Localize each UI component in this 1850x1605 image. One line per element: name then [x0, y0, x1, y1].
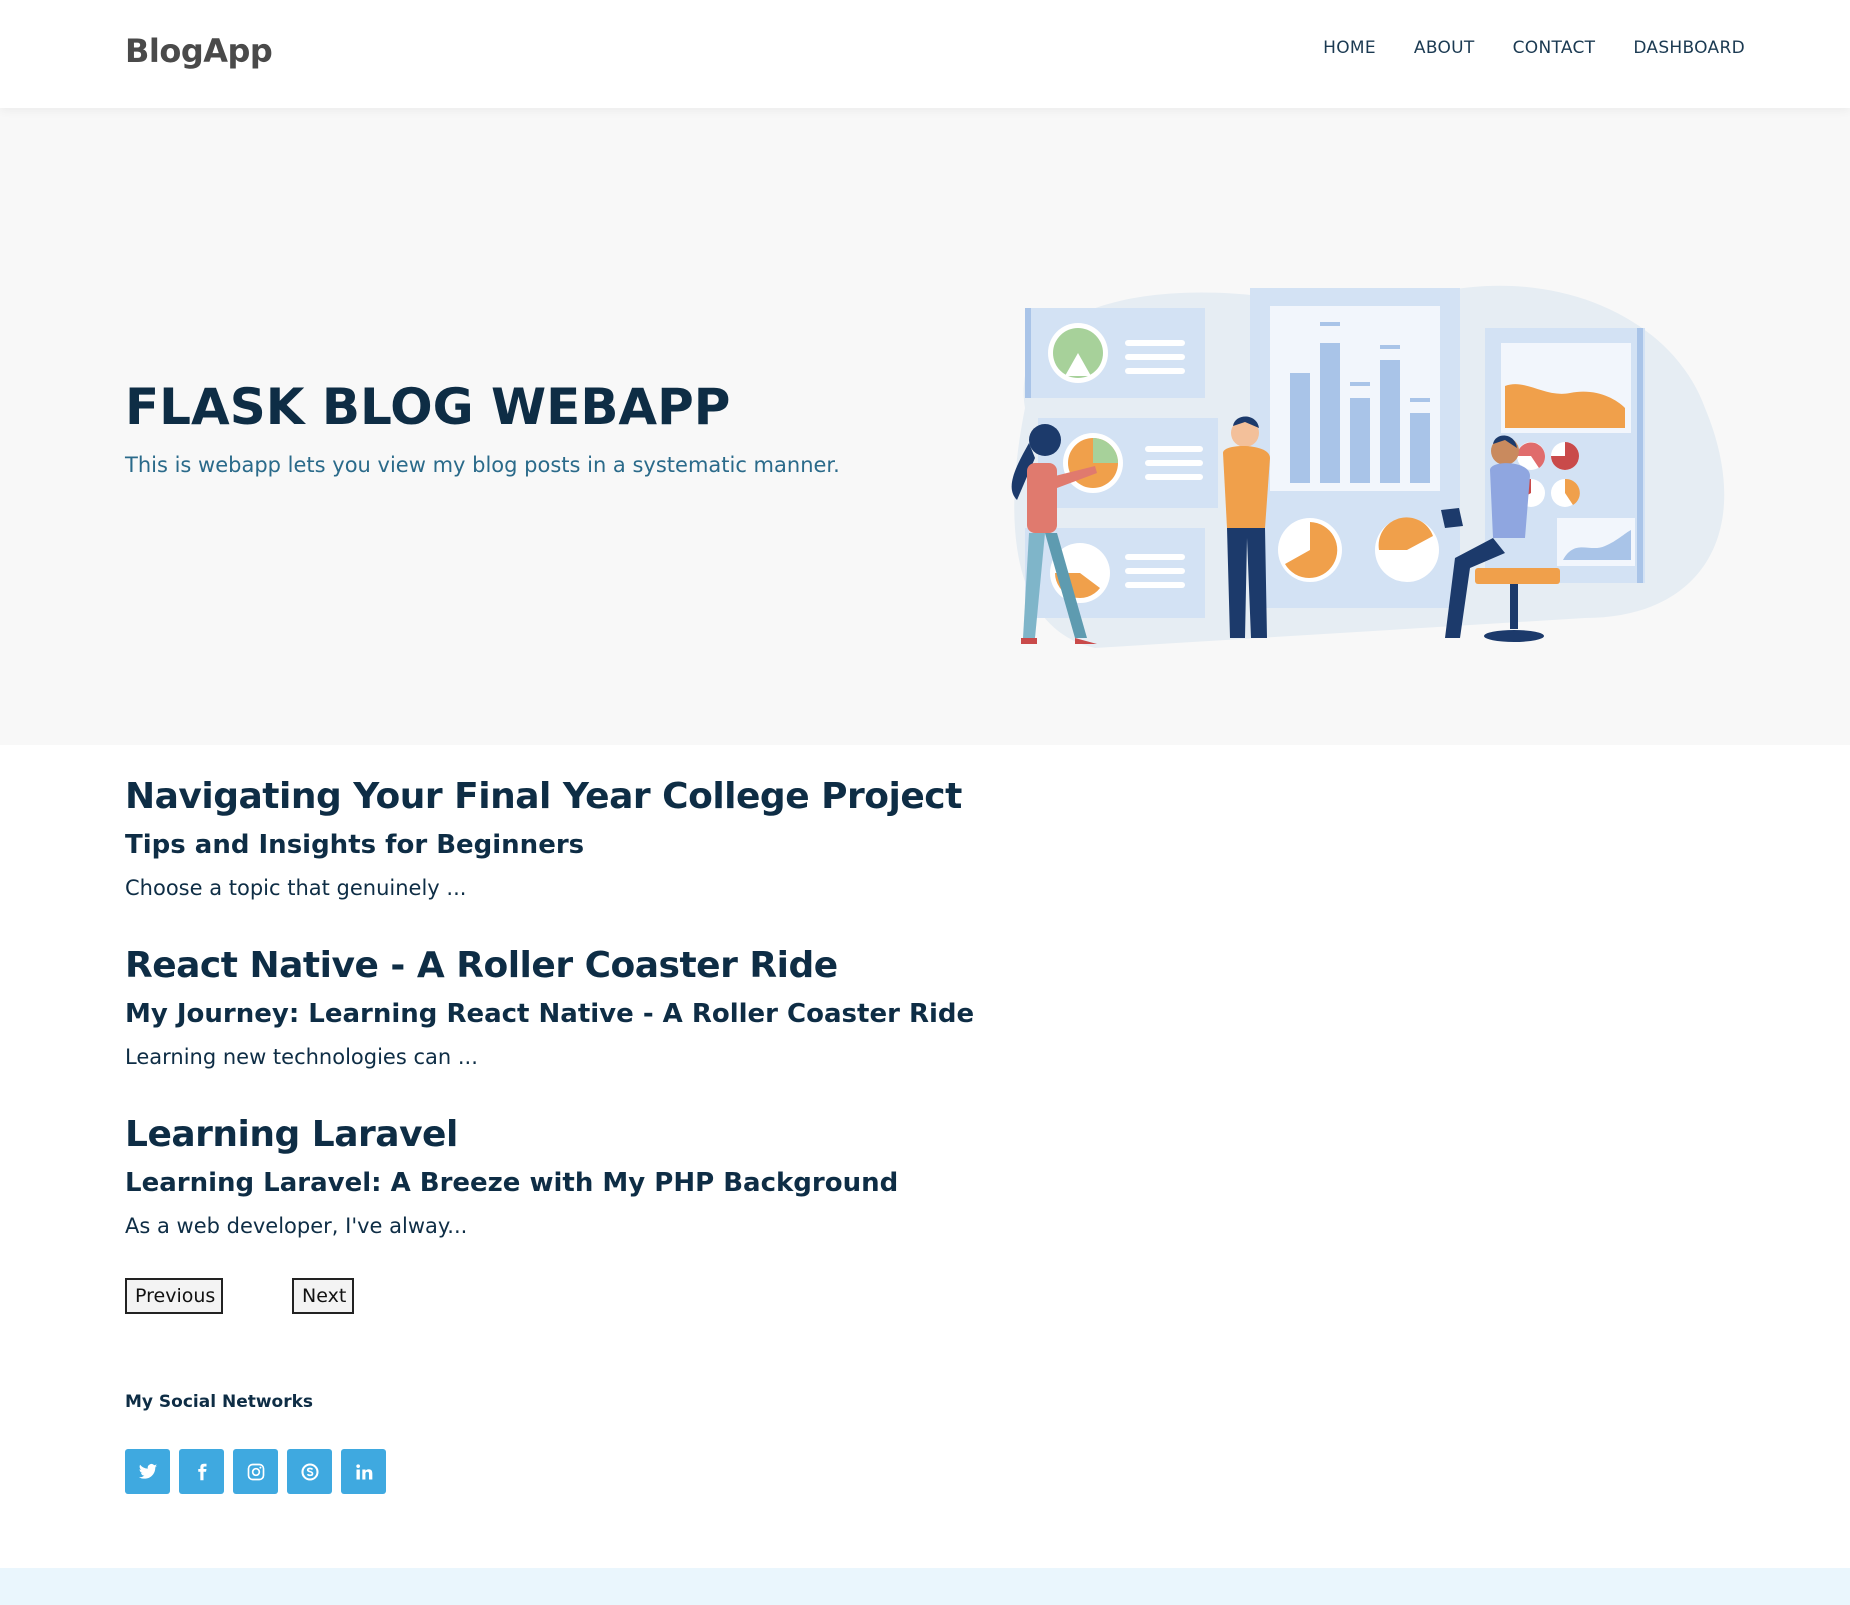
hero-title: FLASK BLOG WEBAPP: [125, 378, 731, 436]
hero-section: FLASK BLOG WEBAPP This is webapp lets yo…: [0, 108, 1850, 745]
hero-subtitle: This is webapp lets you view my blog pos…: [125, 453, 840, 477]
linkedin-button[interactable]: [341, 1449, 386, 1494]
main-nav: HOME ABOUT CONTACT DASHBOARD: [1323, 38, 1745, 58]
nav-home[interactable]: HOME: [1323, 38, 1376, 58]
previous-button[interactable]: Previous: [125, 1278, 223, 1314]
post-title[interactable]: Learning Laravel: [125, 1110, 1225, 1160]
navbar: BlogApp HOME ABOUT CONTACT DASHBOARD: [0, 0, 1850, 108]
post-excerpt: Learning new technologies can ...: [125, 1045, 478, 1069]
instagram-button[interactable]: [233, 1449, 278, 1494]
post-list: Navigating Your Final Year College Proje…: [125, 772, 1225, 1279]
post-item: React Native - A Roller Coaster Ride My …: [125, 941, 1225, 1110]
footer: [0, 1568, 1850, 1605]
twitter-button[interactable]: [125, 1449, 170, 1494]
post-subtitle: Learning Laravel: A Breeze with My PHP B…: [125, 1168, 899, 1198]
linkedin-icon: [355, 1463, 372, 1479]
post-title[interactable]: Navigating Your Final Year College Proje…: [125, 772, 1225, 822]
next-button[interactable]: Next: [292, 1278, 354, 1314]
twitter-icon: [138, 1463, 157, 1479]
post-excerpt: Choose a topic that genuinely ...: [125, 876, 467, 900]
post-subtitle: My Journey: Learning React Native - A Ro…: [125, 999, 975, 1029]
brand-logo[interactable]: BlogApp: [125, 32, 273, 70]
post-subtitle: Tips and Insights for Beginners: [125, 830, 585, 860]
nav-about[interactable]: ABOUT: [1414, 38, 1475, 58]
hero-illustration: [1011, 285, 1725, 648]
social-title: My Social Networks: [125, 1392, 314, 1412]
post-title[interactable]: React Native - A Roller Coaster Ride: [125, 941, 1225, 991]
social-links: [125, 1449, 386, 1494]
post-item: Learning Laravel Learning Laravel: A Bre…: [125, 1110, 1225, 1279]
post-item: Navigating Your Final Year College Proje…: [125, 772, 1225, 941]
post-excerpt: As a web developer, I've alway...: [125, 1214, 468, 1238]
facebook-button[interactable]: [179, 1449, 224, 1494]
facebook-icon: [197, 1463, 206, 1480]
skype-icon: [300, 1462, 319, 1481]
nav-contact[interactable]: CONTACT: [1513, 38, 1596, 58]
nav-dashboard[interactable]: DASHBOARD: [1633, 38, 1745, 58]
skype-button[interactable]: [287, 1449, 332, 1494]
instagram-icon: [247, 1463, 264, 1480]
